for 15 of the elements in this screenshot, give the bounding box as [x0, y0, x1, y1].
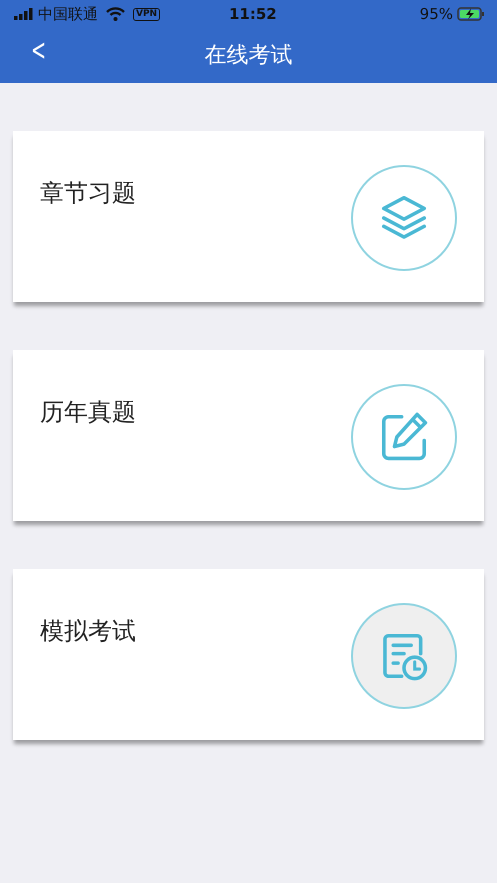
- wifi-icon: [106, 7, 125, 21]
- exam-card[interactable]: 章节习题: [13, 131, 484, 302]
- vpn-indicator: VPN: [133, 8, 160, 20]
- carrier-name: 中国联通: [38, 4, 98, 25]
- clock: 11:52: [229, 4, 277, 25]
- signal-icon: [14, 8, 34, 20]
- back-button[interactable]: <: [28, 36, 49, 66]
- card-title: 历年真题: [40, 398, 136, 427]
- exam-card[interactable]: 历年真题: [13, 350, 484, 521]
- battery-percent: 95%: [420, 4, 453, 25]
- battery-charging-icon: [457, 7, 485, 21]
- card-title: 模拟考试: [40, 617, 136, 646]
- exam-card[interactable]: 模拟考试: [13, 569, 484, 740]
- page-title: 在线考试: [204, 42, 292, 70]
- card-title: 章节习题: [40, 179, 136, 208]
